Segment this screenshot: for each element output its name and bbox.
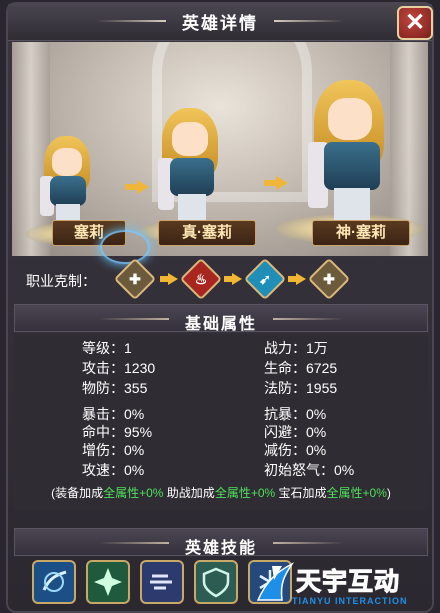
hero-face xyxy=(328,98,372,140)
stat-phys-def: 物防：355 xyxy=(82,380,148,396)
skill-shield-icon[interactable] xyxy=(194,560,238,604)
skill-burst-icon[interactable] xyxy=(86,560,130,604)
hero-body xyxy=(324,142,380,190)
skill-slash-icon[interactable] xyxy=(32,560,76,604)
watermark: 天宇互动 TIANYU INTERACTION xyxy=(252,560,438,610)
hero-legs xyxy=(334,188,370,224)
stat-crit: 暴击：0% xyxy=(82,406,145,422)
evolve-arrow-icon xyxy=(264,176,288,190)
stat-crit-resist: 抗暴：0% xyxy=(264,406,327,422)
evolve-arrow-icon xyxy=(125,180,149,194)
hero-face xyxy=(52,148,82,176)
watermark-text: 天宇互动 xyxy=(295,568,401,597)
hero-legs xyxy=(178,194,206,222)
close-button[interactable]: ✕ xyxy=(397,6,433,40)
stat-damage-reduce: 减伤：0% xyxy=(264,442,327,458)
game-window: 英雄详情 ✕ 塞莉 真·塞莉 神·塞莉 职业克制： ✚ ♨ ➹ ✚ 基础属性 等… xyxy=(0,0,440,613)
basic-attributes-header: 基础属性 xyxy=(14,304,428,333)
stat-dodge: 闪避：0% xyxy=(264,424,327,440)
bonus-support-label: 助战加成 xyxy=(163,486,215,500)
arrow-icon xyxy=(288,273,306,285)
stat-power: 战力：1万 xyxy=(264,340,328,356)
arrow-icon xyxy=(224,273,242,285)
class-warrior-icon[interactable]: ✚ xyxy=(113,257,157,301)
stat-damage-up: 增伤：0% xyxy=(82,442,145,458)
selection-glow xyxy=(100,230,150,264)
bonus-support-value: 全属性+0% xyxy=(214,486,276,500)
hero-face xyxy=(172,122,208,156)
hero-name-divine: 神·塞莉 xyxy=(312,220,410,246)
hero-skills-title: 英雄技能 xyxy=(184,540,257,557)
stat-magic-def: 法防：1955 xyxy=(264,380,338,396)
hero-name-true: 真·塞莉 xyxy=(158,220,256,246)
arrow-icon xyxy=(160,273,178,285)
class-counter-label: 职业克制： xyxy=(26,273,96,289)
watermark-subtext: TIANYU INTERACTION xyxy=(292,596,408,606)
bonus-gem-label: 宝石加成 xyxy=(275,486,327,500)
stat-attack: 攻击：1230 xyxy=(82,360,156,376)
basic-attributes-title: 基础属性 xyxy=(184,316,257,333)
bonus-equip-value: 全属性+0% xyxy=(103,486,164,500)
attribute-bonus-line: (装备加成全属性+0% 助战加成全属性+0% 宝石加成全属性+0%) xyxy=(14,484,428,501)
watermark-logo-icon xyxy=(256,562,295,601)
hero-body xyxy=(170,158,214,196)
stat-hit: 命中：95% xyxy=(82,424,153,440)
bonus-gem-value: 全属性+0% xyxy=(326,486,387,500)
class-warrior-icon[interactable]: ✚ xyxy=(307,257,351,301)
bonus-open: (装备加成 xyxy=(51,486,104,500)
skill-wind-icon[interactable] xyxy=(140,560,184,604)
class-mage-icon[interactable]: ♨ xyxy=(179,257,223,301)
stat-initial-rage: 初始怒气：0% xyxy=(264,462,355,478)
hero-sprite-true[interactable] xyxy=(152,108,232,226)
hero-skills-header: 英雄技能 xyxy=(14,528,428,557)
hero-sprite-divine[interactable] xyxy=(302,80,402,228)
stat-hp: 生命：6725 xyxy=(264,360,338,376)
stat-level: 等级：1 xyxy=(82,340,132,356)
hero-body xyxy=(50,176,86,206)
page-title: 英雄详情 xyxy=(182,14,258,33)
bonus-close: ) xyxy=(386,486,391,500)
hero-sprite-base[interactable] xyxy=(36,136,102,226)
class-archer-icon[interactable]: ➹ xyxy=(243,257,287,301)
class-counter-row: 职业克制： ✚ ♨ ➹ ✚ xyxy=(26,257,416,301)
stat-attack-speed: 攻速：0% xyxy=(82,462,145,478)
